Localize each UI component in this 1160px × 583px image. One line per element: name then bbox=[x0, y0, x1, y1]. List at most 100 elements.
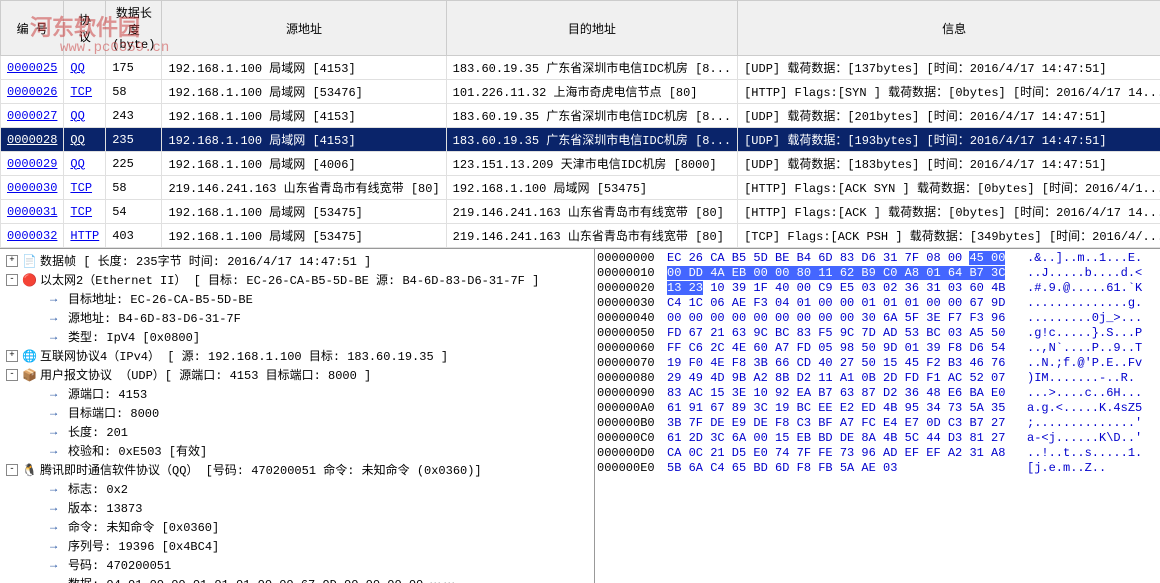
hex-ascii: ..J.....b....d.< bbox=[1027, 266, 1142, 281]
hex-bytes: 83 AC 15 3E 10 92 EA B7 63 87 D2 36 48 E… bbox=[667, 386, 1027, 401]
tree-node[interactable]: →长度: 201 bbox=[2, 422, 592, 441]
tree-pane[interactable]: +📄数据帧 [ 长度: 235字节 时间: 2016/4/17 14:47:51… bbox=[0, 249, 595, 583]
tree-node[interactable]: →序列号: 19396 [0x4BC4] bbox=[2, 536, 592, 555]
tree-node[interactable]: -📦用户报文协议 （UDP）[ 源端口: 4153 目标端口: 8000 ] bbox=[2, 365, 592, 384]
hex-ascii: .g!c.....}.S...P bbox=[1027, 326, 1142, 341]
proto-link[interactable]: TCP bbox=[70, 205, 92, 219]
tree-node[interactable]: +📄数据帧 [ 长度: 235字节 时间: 2016/4/17 14:47:51… bbox=[2, 251, 592, 270]
expand-icon[interactable]: + bbox=[6, 350, 18, 362]
tree-node[interactable]: →版本: 13873 bbox=[2, 498, 592, 517]
qq-icon: 🐧 bbox=[22, 463, 36, 477]
hex-pane[interactable]: 00000000EC 26 CA B5 5D BE B4 6D 83 D6 31… bbox=[595, 249, 1160, 583]
collapse-icon[interactable]: - bbox=[6, 464, 18, 476]
cell-len: 225 bbox=[106, 152, 162, 176]
tree-node[interactable]: →校验和: 0xE503 [有效] bbox=[2, 441, 592, 460]
col-src[interactable]: 源地址 bbox=[162, 1, 446, 56]
hex-row[interactable]: 000000E05B 6A C4 65 BD 6D F8 FB 5A AE 03… bbox=[597, 461, 1158, 476]
frame-icon: 📄 bbox=[22, 254, 36, 268]
cell-num: 0000025 bbox=[1, 56, 64, 80]
cell-proto: TCP bbox=[64, 200, 106, 224]
proto-link[interactable]: QQ bbox=[70, 109, 84, 123]
packet-link[interactable]: 0000032 bbox=[7, 229, 57, 243]
hex-row[interactable]: 00000000EC 26 CA B5 5D BE B4 6D 83 D6 31… bbox=[597, 251, 1158, 266]
hex-bytes: FF C6 2C 4E 60 A7 FD 05 98 50 9D 01 39 F… bbox=[667, 341, 1027, 356]
col-num[interactable]: 编 号 bbox=[1, 1, 64, 56]
table-row[interactable]: 0000032HTTP403192.168.1.100 局域网 [53475]2… bbox=[1, 224, 1160, 248]
tree-node[interactable]: →源端口: 4153 bbox=[2, 384, 592, 403]
cell-num: 0000030 bbox=[1, 176, 64, 200]
col-dst[interactable]: 目的地址 bbox=[446, 1, 737, 56]
tree-node[interactable]: →类型: IpV4 [0x0800] bbox=[2, 327, 592, 346]
tree-node[interactable]: -🐧腾讯即时通信软件协议（QQ） [号码: 470200051 命令: 未知命令… bbox=[2, 460, 592, 479]
proto-link[interactable]: HTTP bbox=[70, 229, 99, 243]
col-info[interactable]: 信息 bbox=[738, 1, 1160, 56]
proto-link[interactable]: QQ bbox=[70, 133, 84, 147]
collapse-icon[interactable]: - bbox=[6, 369, 18, 381]
table-row[interactable]: 0000030TCP58219.146.241.163 山东省青岛市有线宽带 [… bbox=[1, 176, 1160, 200]
hex-row[interactable]: 0000004000 00 00 00 00 00 00 00 00 30 6A… bbox=[597, 311, 1158, 326]
proto-link[interactable]: TCP bbox=[70, 181, 92, 195]
cell-len: 58 bbox=[106, 80, 162, 104]
tree-node[interactable]: →目标地址: EC-26-CA-B5-5D-BE bbox=[2, 289, 592, 308]
tree-label: 互联网协议4（IPv4） [ 源: 192.168.1.100 目标: 183.… bbox=[40, 347, 448, 364]
cell-len: 235 bbox=[106, 128, 162, 152]
hex-offset: 00000090 bbox=[597, 386, 667, 401]
cell-proto: QQ bbox=[64, 128, 106, 152]
hex-row[interactable]: 0000009083 AC 15 3E 10 92 EA B7 63 87 D2… bbox=[597, 386, 1158, 401]
proto-link[interactable]: QQ bbox=[70, 157, 84, 171]
udp-icon: 📦 bbox=[22, 368, 36, 382]
tree-label: 目标地址: EC-26-CA-B5-5D-BE bbox=[68, 290, 253, 307]
cell-src: 192.168.1.100 局域网 [53475] bbox=[162, 200, 446, 224]
col-len[interactable]: 数据长度(byte) bbox=[106, 1, 162, 56]
hex-row[interactable]: 00000030C4 1C 06 AE F3 04 01 00 00 01 01… bbox=[597, 296, 1158, 311]
table-row[interactable]: 0000029QQ225192.168.1.100 局域网 [4006]123.… bbox=[1, 152, 1160, 176]
tree-node[interactable]: →源地址: B4-6D-83-D6-31-7F bbox=[2, 308, 592, 327]
cell-dst: 183.60.19.35 广东省深圳市电信IDC机房 [8... bbox=[446, 128, 737, 152]
table-row[interactable]: 0000027QQ243192.168.1.100 局域网 [4153]183.… bbox=[1, 104, 1160, 128]
tree-node[interactable]: →号码: 470200051 bbox=[2, 555, 592, 574]
hex-row[interactable]: 0000007019 F0 4E F8 3B 66 CD 40 27 50 15… bbox=[597, 356, 1158, 371]
hex-row[interactable]: 0000001000 DD 4A EB 00 00 80 11 62 B9 C0… bbox=[597, 266, 1158, 281]
tree-node[interactable]: →数据: 04 01 00 00 01 01 01 00 00 67 9D 00… bbox=[2, 574, 592, 583]
tree-node[interactable]: →标志: 0x2 bbox=[2, 479, 592, 498]
tree-node[interactable]: -🔴以太网2（Ethernet II） [ 目标: EC-26-CA-B5-5D… bbox=[2, 270, 592, 289]
proto-link[interactable]: QQ bbox=[70, 61, 84, 75]
tree-node[interactable]: →命令: 未知命令 [0x0360] bbox=[2, 517, 592, 536]
hex-bytes: CA 0C 21 D5 E0 74 7F FE 73 96 AD EF EF A… bbox=[667, 446, 1027, 461]
packet-link[interactable]: 0000029 bbox=[7, 157, 57, 171]
packet-link[interactable]: 0000031 bbox=[7, 205, 57, 219]
packet-table: 编 号 协 议 数据长度(byte) 源地址 目的地址 信息 0000025 QQ… bbox=[0, 0, 1160, 248]
packet-link[interactable]: 0000026 bbox=[7, 85, 57, 99]
proto-link[interactable]: TCP bbox=[70, 85, 92, 99]
hex-offset: 00000080 bbox=[597, 371, 667, 386]
hex-ascii: a-<j......K\D..' bbox=[1027, 431, 1142, 446]
hex-row[interactable]: 0000008029 49 4D 9B A2 8B D2 11 A1 0B 2D… bbox=[597, 371, 1158, 386]
hex-row[interactable]: 00000050FD 67 21 63 9C BC 83 F5 9C 7D AD… bbox=[597, 326, 1158, 341]
hex-row[interactable]: 000000C061 2D 3C 6A 00 15 EB BD DE 8A 4B… bbox=[597, 431, 1158, 446]
cell-proto: HTTP bbox=[64, 224, 106, 248]
hex-row[interactable]: 00000060FF C6 2C 4E 60 A7 FD 05 98 50 9D… bbox=[597, 341, 1158, 356]
packet-link[interactable]: 0000028 bbox=[7, 133, 57, 147]
hex-row[interactable]: 000000A061 91 67 89 3C 19 BC EE E2 ED 4B… bbox=[597, 401, 1158, 416]
cell-src: 192.168.1.100 局域网 [4153] bbox=[162, 104, 446, 128]
arrow-icon: → bbox=[50, 387, 64, 401]
table-row[interactable]: 0000025QQ175192.168.1.100 局域网 [4153]183.… bbox=[1, 56, 1160, 80]
expand-icon[interactable]: + bbox=[6, 255, 18, 267]
packet-link[interactable]: 0000025 bbox=[7, 61, 57, 75]
collapse-icon[interactable]: - bbox=[6, 274, 18, 286]
table-row[interactable]: 0000026TCP58192.168.1.100 局域网 [53476]101… bbox=[1, 80, 1160, 104]
hex-row[interactable]: 000000B03B 7F DE E9 DE F8 C3 BF A7 FC E4… bbox=[597, 416, 1158, 431]
hex-row[interactable]: 0000002013 23 10 39 1F 40 00 C9 E5 03 02… bbox=[597, 281, 1158, 296]
tree-label: 标志: 0x2 bbox=[68, 480, 128, 497]
arrow-icon: → bbox=[50, 330, 64, 344]
tree-node[interactable]: →目标端口: 8000 bbox=[2, 403, 592, 422]
cell-dst: 183.60.19.35 广东省深圳市电信IDC机房 [8... bbox=[446, 56, 737, 80]
packet-link[interactable]: 0000027 bbox=[7, 109, 57, 123]
packet-link[interactable]: 0000030 bbox=[7, 181, 57, 195]
hex-row[interactable]: 000000D0CA 0C 21 D5 E0 74 7F FE 73 96 AD… bbox=[597, 446, 1158, 461]
table-row[interactable]: 0000028QQ235192.168.1.100 局域网 [4153]183.… bbox=[1, 128, 1160, 152]
hex-ascii: ..,N`....P..9..T bbox=[1027, 341, 1142, 356]
table-row[interactable]: 0000031TCP54192.168.1.100 局域网 [53475]219… bbox=[1, 200, 1160, 224]
tree-node[interactable]: +🌐互联网协议4（IPv4） [ 源: 192.168.1.100 目标: 18… bbox=[2, 346, 592, 365]
col-proto[interactable]: 协 议 bbox=[64, 1, 106, 56]
